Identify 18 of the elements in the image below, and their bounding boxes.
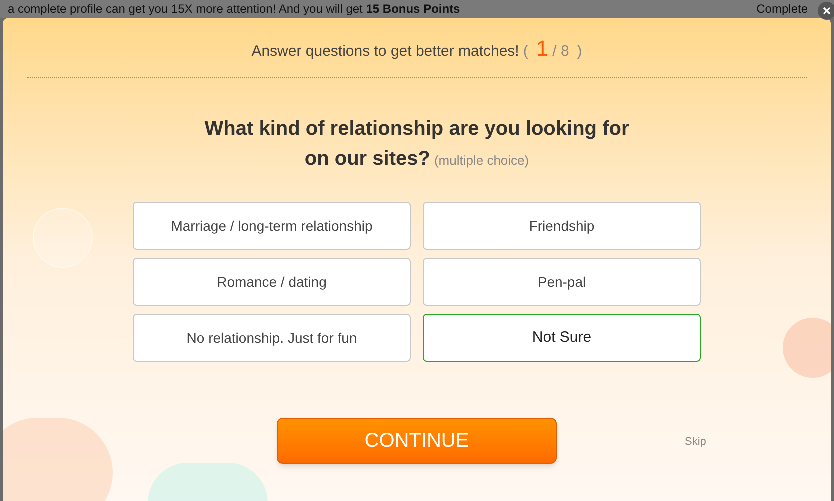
question-text: What kind of relationship are you looking for [204,117,630,142]
question-text: on our sites? [304,147,430,172]
option-button[interactable]: No relationship. Just for fun [133,314,411,362]
question-hint: (multiple choice) [434,152,530,170]
option-button[interactable]: Friendship [423,202,701,250]
option-button[interactable]: Not Sure [423,314,701,362]
option-button[interactable]: Marriage / long-term relationship [133,202,411,250]
progress-paren: ( [523,42,528,62]
progress-paren: ) [577,42,582,62]
complete-profile-link[interactable]: Complete [756,0,808,18]
option-button[interactable]: Romance / dating [133,258,411,306]
progress-current: 1 [536,35,549,63]
bubble-decoration [783,318,831,378]
option-button[interactable]: Pen-pal [423,258,701,306]
notice-text: a complete profile can get you 15X more attention! And you will get 15 Bonus Points [8,1,460,18]
close-icon [823,7,831,15]
progress-text: Answer questions to get better matches! [252,42,520,62]
progress-total: / 8 [552,42,570,62]
